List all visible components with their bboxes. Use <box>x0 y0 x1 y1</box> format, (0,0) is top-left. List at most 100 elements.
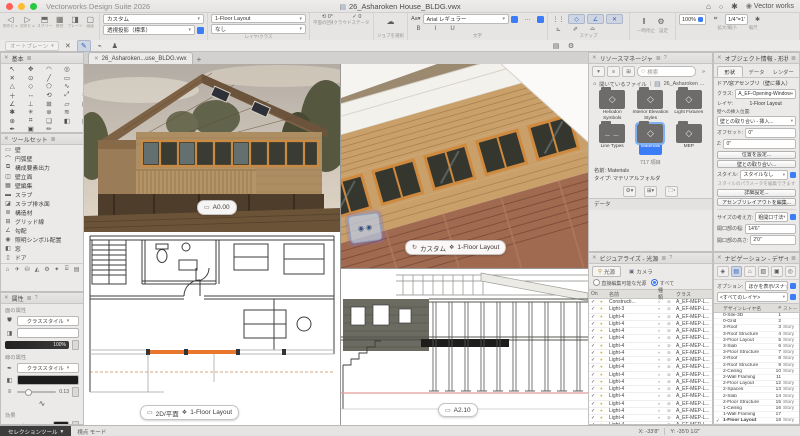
palette-menu-icon[interactable] <box>51 136 56 143</box>
palette-menu-icon[interactable] <box>27 55 32 62</box>
nav-stories-icon[interactable]: ⌂ <box>744 266 756 277</box>
delete-tool[interactable]: ✕ <box>3 74 22 83</box>
Light-4[interactable]: Light-4 A_EF-MEP-L... <box>589 321 712 328</box>
fit-view-icon[interactable]: ⌗ <box>708 16 723 24</box>
active-layer-dropdown[interactable]: 1-Floor Layout <box>211 14 306 23</box>
light-on-checkbox[interactable] <box>591 379 600 385</box>
zoom-tool[interactable]: ◎ <box>58 65 76 74</box>
nav-classes-icon[interactable]: ◈ <box>717 266 729 277</box>
snap-intersection-icon[interactable]: ✕ <box>606 14 623 24</box>
wall-tool[interactable]: ▭壁 <box>1 145 83 154</box>
perpendicular-tool[interactable]: ⊥ <box>22 99 41 108</box>
close-icon[interactable] <box>4 136 9 142</box>
Light-4[interactable]: Light-4 A_EF-MEP-L... <box>589 379 712 386</box>
close-icon[interactable] <box>592 255 597 261</box>
sheet-view-button[interactable]: ▢画面 <box>85 14 97 29</box>
light-on-checkbox[interactable] <box>591 364 600 370</box>
fill-bucket-icon[interactable]: ⛊ <box>5 317 14 325</box>
overflow-icon[interactable]: » <box>698 67 709 76</box>
snap-smart-icon[interactable]: ⌓ <box>585 25 600 33</box>
help-icon[interactable] <box>664 55 667 61</box>
polygon-tool[interactable]: ⬠ <box>40 82 58 91</box>
rhombus-tool[interactable]: ◇ <box>22 82 41 91</box>
current-view-dropdown[interactable]: カスタム <box>103 14 204 24</box>
grid-line-tool[interactable]: ⊞グリッド線 <box>1 217 83 226</box>
settings-icon[interactable] <box>731 2 738 11</box>
exterior-render-pane[interactable]: A0.00 <box>84 64 341 233</box>
nav-saved-views-icon[interactable]: ◎ <box>785 266 797 277</box>
radio-editable[interactable]: 直接編集可能な光源 <box>593 279 646 287</box>
light-on-checkbox[interactable] <box>591 328 600 334</box>
light-on-checkbox[interactable] <box>591 321 600 327</box>
move-by-points-tool[interactable]: ✥ <box>22 65 41 74</box>
toolset-category-icon[interactable]: ⌂ <box>3 265 12 274</box>
text-tool[interactable]: T <box>76 65 84 74</box>
wave-tool[interactable]: ≋ <box>58 108 76 117</box>
Constructi...[interactable]: Constructi... A_EF-MEP-L... <box>589 299 712 306</box>
flyover-tool[interactable]: ◠ <box>40 65 58 74</box>
palette-menu-icon[interactable] <box>661 255 666 262</box>
Light-4[interactable]: Light-4 A_EF-MEP-L... <box>589 422 712 424</box>
wall-elevation-tool[interactable]: ◫壁立面 <box>1 172 83 181</box>
prev-view-button[interactable]: ◁前のビュー <box>3 14 18 29</box>
pencil-tool[interactable]: ✏ <box>40 125 58 133</box>
framing-member-tool[interactable]: ≣構造材 <box>1 208 83 217</box>
mode-walkthrough-icon[interactable]: ♟ <box>109 41 121 51</box>
reference-settings-icon[interactable]: ✱ <box>750 16 765 24</box>
circle-tool[interactable]: ○ <box>76 74 84 83</box>
line-color-icon[interactable]: ◧ <box>5 376 14 384</box>
style-dropdown[interactable]: スタイルなし <box>740 170 788 180</box>
toolset-category-icon[interactable]: ⚙ <box>43 265 52 274</box>
search-icon[interactable] <box>719 2 723 11</box>
light-on-checkbox[interactable] <box>591 393 600 399</box>
account-button[interactable]: Vector works <box>746 2 794 10</box>
close-icon[interactable] <box>4 55 9 61</box>
resource-folder[interactable]: Heliodon Symbols <box>593 90 631 121</box>
light-on-checkbox[interactable] <box>591 422 600 424</box>
fill-tool[interactable]: ▣ <box>22 125 41 133</box>
add-surface-tool[interactable]: ⊕ <box>3 117 22 126</box>
nav-viewports-icon[interactable]: ▣ <box>771 266 783 277</box>
slope-tool[interactable]: ∠勾配 <box>1 226 83 235</box>
minimize-window-button[interactable] <box>18 3 25 10</box>
line-style-dropdown[interactable]: クラススタイル <box>17 363 79 373</box>
fill-color-swatch[interactable] <box>17 328 79 338</box>
wall-edit-tool[interactable]: ▦壁編集 <box>1 181 83 190</box>
line-color-swatch[interactable] <box>17 375 79 385</box>
light-on-checkbox[interactable] <box>591 372 600 378</box>
line-pen-icon[interactable]: ✒ <box>5 364 14 372</box>
nav-design-layers-icon[interactable]: ▤ <box>731 266 743 277</box>
sizing-toggle[interactable] <box>790 214 796 220</box>
resource-search-input[interactable]: 検索 <box>637 66 696 77</box>
box-tool[interactable]: ◻ <box>76 108 84 117</box>
parallelogram-tool[interactable]: ▱ <box>58 99 76 108</box>
target-tool[interactable]: ⊚ <box>40 108 58 117</box>
offset-tool[interactable]: ◫ <box>76 99 84 108</box>
burst-tool[interactable]: ✳ <box>22 108 41 117</box>
snap-angle-icon[interactable]: ∠ <box>587 14 604 24</box>
unified-view-button[interactable]: ▦統合 <box>54 14 66 29</box>
radio-all[interactable]: すべて <box>651 279 674 287</box>
tab-shape[interactable]: 形状 <box>717 66 743 77</box>
text-style-button[interactable]: B <box>411 25 426 33</box>
palette-menu-icon[interactable] <box>791 55 796 62</box>
fill-color-icon[interactable]: ◨ <box>5 329 14 337</box>
select-job-icon[interactable]: ☁ <box>383 14 398 28</box>
palette-menu-icon[interactable] <box>656 55 661 62</box>
lighting-symbol-tool[interactable]: ◉照明シンボル配置 <box>1 235 83 244</box>
tile-tool[interactable]: ⌗ <box>22 117 41 126</box>
close-icon[interactable] <box>717 55 722 61</box>
style-toggle[interactable] <box>790 172 796 178</box>
snap-edge-icon[interactable]: ⊾ <box>551 25 566 33</box>
resource-import-icon[interactable]: 🗀▾ <box>665 186 678 197</box>
pen-tool[interactable]: ✒ <box>3 125 22 133</box>
zoom-input[interactable]: 100% <box>679 14 706 25</box>
light-on-checkbox[interactable] <box>591 350 600 356</box>
font-toggle[interactable] <box>511 16 518 23</box>
snap-distance-icon[interactable]: ✐ <box>568 25 583 33</box>
view-mode-badge[interactable]: カスタム 1-Floor Layout <box>405 240 506 255</box>
center-mark-tool[interactable]: ⊙ <box>22 74 41 83</box>
Light-4[interactable]: Light-4 A_EF-MEP-L... <box>589 357 712 364</box>
close-icon[interactable] <box>717 255 722 261</box>
toolset-category-icon[interactable]: ▤ <box>72 265 81 274</box>
